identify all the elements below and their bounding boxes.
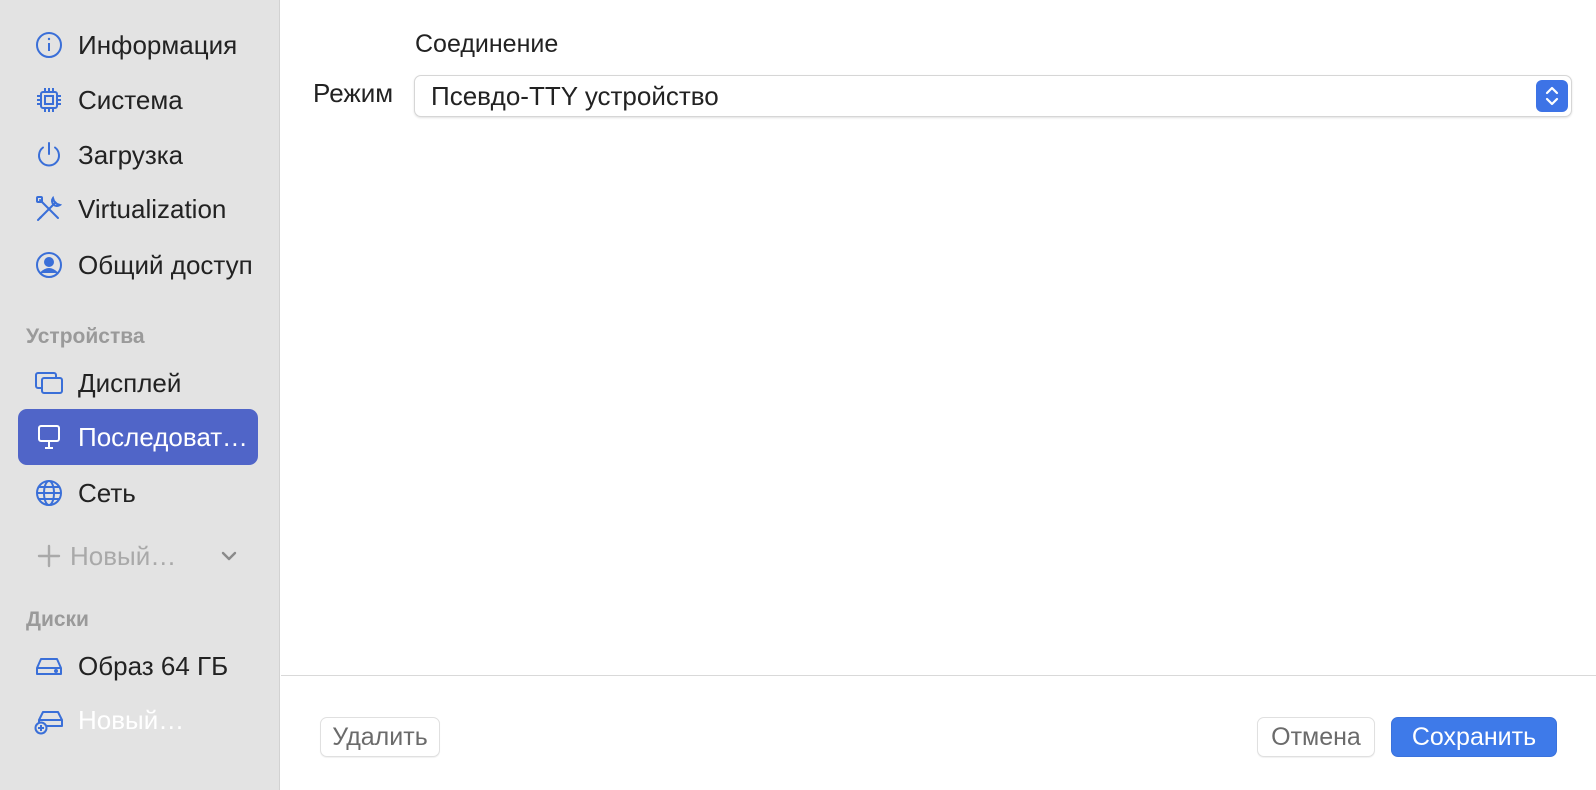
sidebar-item-label: Загрузка bbox=[78, 139, 184, 170]
sidebar-item-label: Новый… bbox=[78, 704, 185, 735]
delete-button[interactable]: Удалить bbox=[320, 717, 440, 757]
tools-icon bbox=[34, 194, 64, 224]
sidebar-item-boot[interactable]: Загрузка bbox=[18, 127, 258, 183]
chevron-down-icon bbox=[221, 551, 237, 561]
sidebar-item-label: Последовательный порт bbox=[78, 421, 258, 452]
add-drive-icon bbox=[34, 705, 64, 735]
sidebar-item-label: Система bbox=[78, 84, 183, 115]
sidebar: Информация Система Загрузка Virtualizati… bbox=[0, 0, 280, 790]
sidebar-item-new-disk[interactable]: Новый… bbox=[18, 692, 258, 748]
select-stepper-icon bbox=[1536, 80, 1568, 112]
sidebar-item-disk-image[interactable]: Образ 64 ГБ bbox=[18, 638, 258, 694]
sidebar-item-label: Virtualization bbox=[78, 193, 227, 224]
mode-label: Режим bbox=[313, 78, 394, 108]
connection-section-title: Соединение bbox=[415, 30, 559, 58]
sidebar-item-label: Общий доступ bbox=[78, 249, 253, 280]
devices-section-header: Устройства bbox=[26, 325, 145, 348]
sidebar-item-system[interactable]: Система bbox=[18, 72, 258, 128]
plus-icon bbox=[37, 544, 61, 568]
sidebar-item-label: Сеть bbox=[78, 477, 136, 508]
cpu-icon bbox=[34, 85, 64, 115]
sidebar-item-sharing[interactable]: Общий доступ bbox=[18, 237, 258, 293]
serial-terminal-icon bbox=[34, 422, 64, 452]
sidebar-item-label: Информация bbox=[78, 29, 238, 60]
sidebar-item-label: Образ 64 ГБ bbox=[78, 650, 229, 681]
person-circle-icon bbox=[34, 250, 64, 280]
mode-select-value: Псевдо-TTY устройство bbox=[431, 80, 719, 111]
footer-divider bbox=[281, 675, 1596, 676]
cancel-button[interactable]: Отмена bbox=[1257, 717, 1375, 757]
power-icon bbox=[34, 140, 64, 170]
display-icon bbox=[34, 368, 64, 398]
save-button[interactable]: Сохранить bbox=[1391, 717, 1557, 757]
info-icon bbox=[34, 30, 64, 60]
add-device-dropdown[interactable]: Новый… bbox=[18, 528, 258, 584]
settings-panel: Соединение Режим Псевдо-TTY устройство У… bbox=[281, 0, 1596, 790]
sidebar-item-info[interactable]: Информация bbox=[18, 17, 258, 73]
add-device-label: Новый… bbox=[70, 540, 177, 571]
sidebar-item-network[interactable]: Сеть bbox=[18, 465, 258, 521]
globe-icon bbox=[34, 478, 64, 508]
drive-icon bbox=[34, 651, 64, 681]
sidebar-item-virtualization[interactable]: Virtualization bbox=[18, 181, 258, 237]
sidebar-item-display[interactable]: Дисплей bbox=[18, 355, 258, 411]
mode-select[interactable]: Псевдо-TTY устройство bbox=[414, 75, 1572, 117]
sidebar-item-label: Дисплей bbox=[78, 367, 182, 398]
disks-section-header: Диски bbox=[26, 608, 89, 631]
sidebar-item-serial[interactable]: Последовательный порт bbox=[18, 409, 258, 465]
